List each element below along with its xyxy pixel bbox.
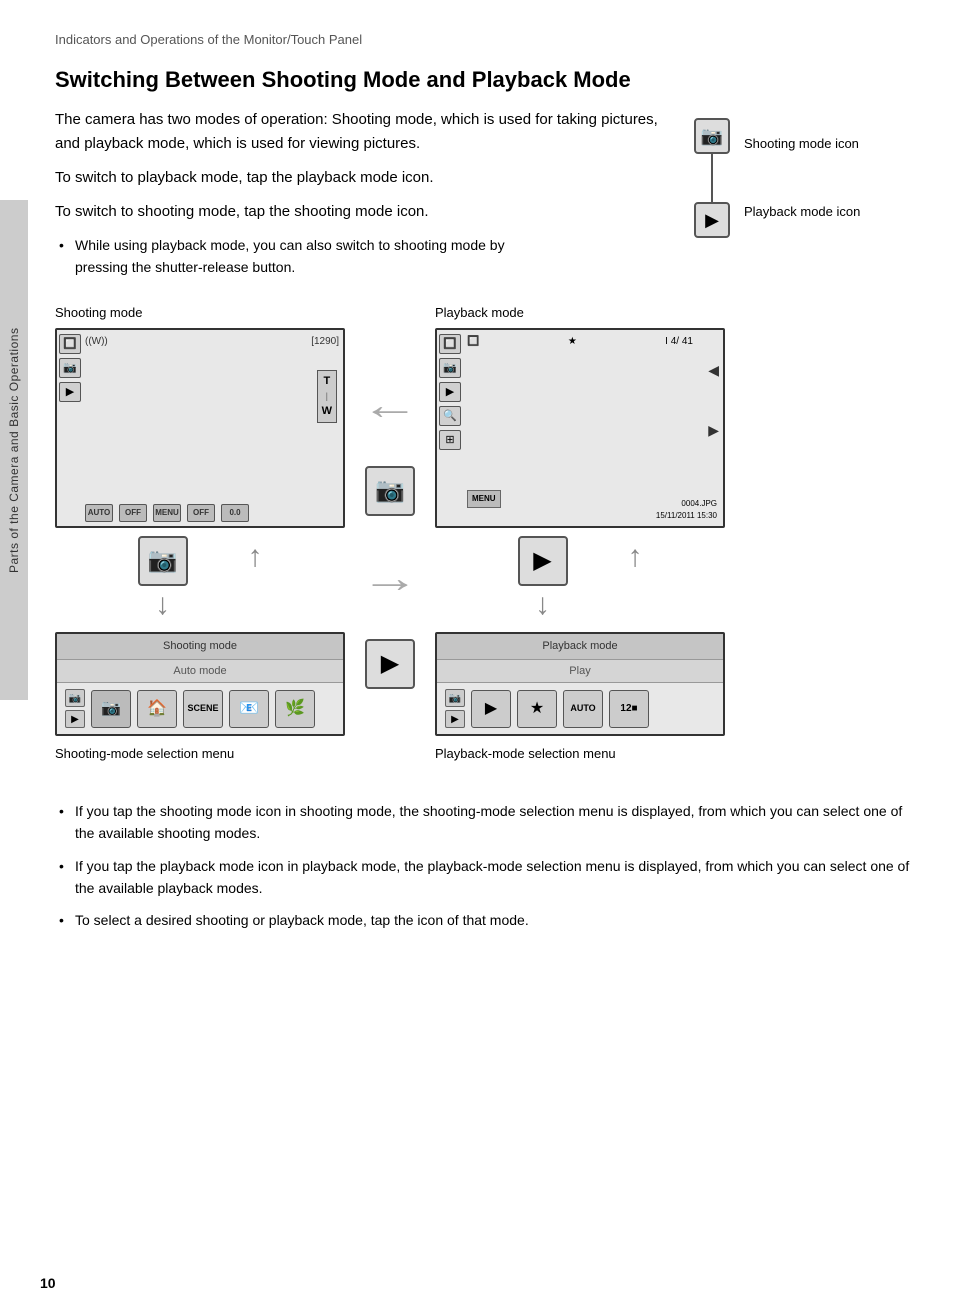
shooting-menu-label: Shooting-mode selection menu <box>55 744 234 764</box>
pb-screen-thumb-icon: ⊞ <box>439 430 461 450</box>
playback-menu-subheader: Play <box>437 660 723 684</box>
pb-datetime: 15/11/2011 15:30 <box>656 510 717 522</box>
center-play-icon: ▶ <box>365 639 415 689</box>
playback-mode-diagram-label: Playback mode <box>435 303 524 323</box>
shooting-mode-icon: 📷 <box>694 118 730 154</box>
down-arrow: ↓ <box>155 590 170 620</box>
pb-file: 0004.JPG <box>681 498 717 510</box>
mode-icon-smart[interactable]: 📧 <box>229 690 269 728</box>
frame-counter: [1290] <box>311 334 339 349</box>
menu-btn: MENU <box>153 504 181 522</box>
pb-down-arrow: ↓ <box>535 590 550 620</box>
wifi-indicator: ((W)) <box>85 334 108 349</box>
pb-counter: I 4/ 41 <box>665 334 693 349</box>
right-arrow-icon: → <box>361 546 420 609</box>
big-shooting-icon: 📷 <box>138 536 188 586</box>
prev-arrow: ◀ <box>708 360 719 381</box>
page-header: Indicators and Operations of the Monitor… <box>55 20 914 50</box>
pb-screen-zoom-icon: 🔍 <box>439 406 461 426</box>
menu-play-icon: ▶ <box>65 710 85 728</box>
pb-mode-play[interactable]: ▶ <box>471 690 511 728</box>
menu-camera-icon: 📷 <box>65 689 85 707</box>
pb-menu-btn: MENU <box>467 490 501 508</box>
up-arrow: ↑ <box>248 532 263 620</box>
playback-selection-menu: Playback mode Play 📷 ▶ ▶ ★ AUTO 12■ <box>435 632 725 736</box>
intro-paragraph-3: To switch to shooting mode, tap the shoo… <box>55 200 664 224</box>
screen-play-icon-small: ▶ <box>59 382 81 402</box>
screen-shoot-icon: 📷 <box>59 358 81 378</box>
playback-mode-icon: ▶ <box>694 202 730 238</box>
shooting-mode-icon-row: 📷 ▶ Shooting mode icon Playback mode ico… <box>694 118 914 238</box>
center-shoot-icon: 📷 <box>365 466 415 516</box>
playback-icon-label: Playback mode icon <box>744 203 860 221</box>
pb-bottom-info: MENU 0004.JPG 15/11/2011 15:30 <box>465 498 717 522</box>
section-title: Switching Between Shooting Mode and Play… <box>55 66 914 95</box>
bottom-bullet-3: To select a desired shooting or playback… <box>55 909 914 931</box>
playback-menu-header: Playback mode <box>437 634 723 660</box>
pb-screen-battery-icon: 🔲 <box>439 334 461 354</box>
auto-btn: AUTO <box>85 504 113 522</box>
pb-top-bar: 🔲 ★ I 4/ 41 <box>467 334 693 349</box>
shooting-mode-diagram-label: Shooting mode <box>55 303 142 323</box>
mode-icon-2[interactable]: 🏠 <box>137 690 177 728</box>
pb-menu-play-icon: ▶ <box>445 710 465 728</box>
shooting-menu-subheader: Auto mode <box>57 660 343 684</box>
intro-paragraph-1: The camera has two modes of operation: S… <box>55 108 664 156</box>
screen-battery-icon: 🔲 <box>59 334 81 354</box>
playback-mode-screen: 🔲 📷 ▶ 🔍 ⊞ 🔲 ★ I 4/ 41 ◀ ▶ MENU <box>435 328 725 528</box>
shooting-selection-menu: Shooting mode Auto mode 📷 ▶ 📷 🏠 SCENE 📧 <box>55 632 345 736</box>
screen-bottom-bar: AUTO OFF MENU OFF 0.0 <box>85 504 339 522</box>
next-arrow: ▶ <box>708 420 719 441</box>
pb-mode-star[interactable]: ★ <box>517 690 557 728</box>
bottom-bullet-2: If you tap the playback mode icon in pla… <box>55 855 914 900</box>
pb-screen-play-icon: ▶ <box>439 382 461 402</box>
screen-top-bar: ((W)) [1290] <box>85 334 339 349</box>
pb-star: ★ <box>568 334 577 349</box>
zoom-w: W <box>322 403 332 420</box>
zoom-t: T <box>323 373 330 390</box>
ev-btn: 0.0 <box>221 504 249 522</box>
pb-mode-12[interactable]: 12■ <box>609 690 649 728</box>
bottom-bullets: If you tap the shooting mode icon in sho… <box>55 800 914 932</box>
pb-battery: 🔲 <box>467 334 479 349</box>
page-number: 10 <box>40 1273 56 1294</box>
pb-screen-shoot-icon: 📷 <box>439 358 461 378</box>
shooting-icon-label: Shooting mode icon <box>744 135 860 153</box>
pb-mode-auto[interactable]: AUTO <box>563 690 603 728</box>
pb-up-arrow: ↑ <box>628 532 643 620</box>
sidebar-label: Parts of the Camera and Basic Operations <box>0 200 28 700</box>
shooting-menu-header: Shooting mode <box>57 634 343 660</box>
playback-menu-label: Playback-mode selection menu <box>435 744 616 764</box>
pb-menu-camera-icon: 📷 <box>445 689 465 707</box>
zoom-indicator: T | W <box>317 370 337 423</box>
vr-btn: OFF <box>187 504 215 522</box>
mode-icon-1[interactable]: 📷 <box>91 690 131 728</box>
intro-bullet-1: While using playback mode, you can also … <box>55 234 505 279</box>
intro-paragraph-2: To switch to playback mode, tap the play… <box>55 166 664 190</box>
flash-btn: OFF <box>119 504 147 522</box>
bottom-bullet-1: If you tap the shooting mode icon in sho… <box>55 800 914 845</box>
zoom-bar: | <box>326 390 328 404</box>
mode-icon-video[interactable]: 🌿 <box>275 690 315 728</box>
mode-icon-scene[interactable]: SCENE <box>183 690 223 728</box>
left-arrow-icon: ← <box>361 373 420 436</box>
big-playback-icon: ▶ <box>518 536 568 586</box>
shooting-mode-screen: 🔲 📷 ▶ ((W)) [1290] T | W AUTO <box>55 328 345 528</box>
